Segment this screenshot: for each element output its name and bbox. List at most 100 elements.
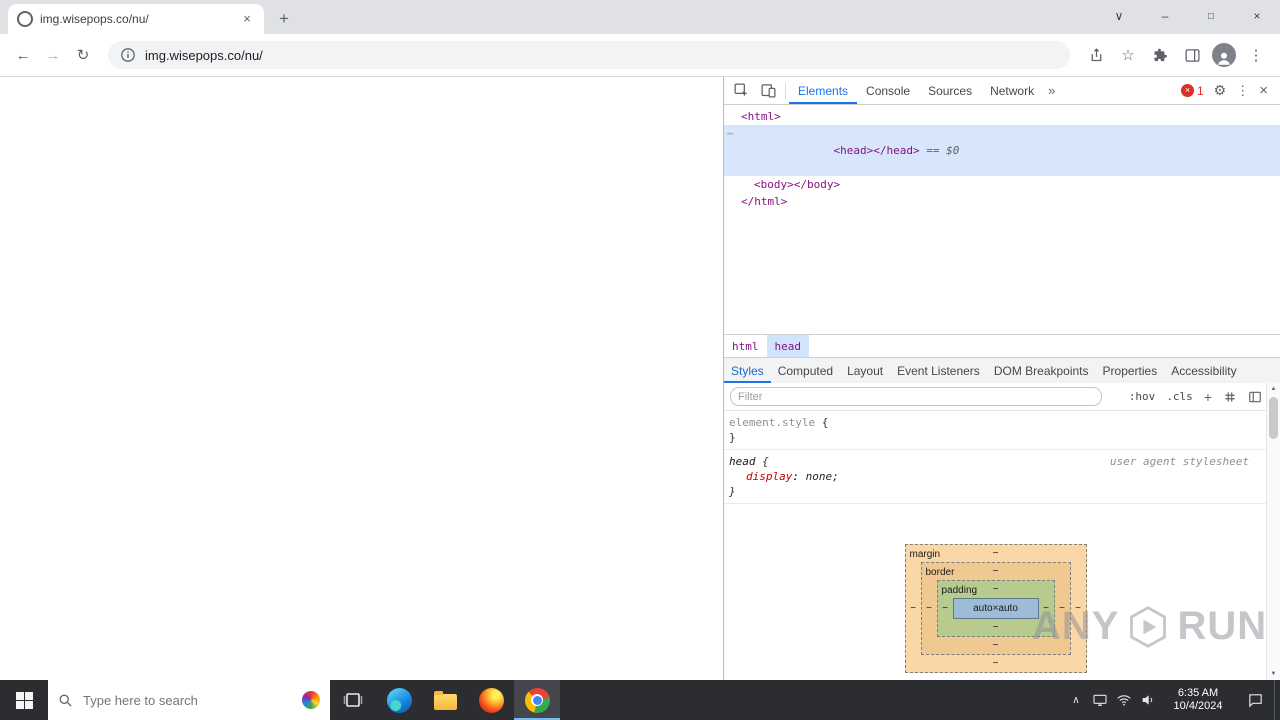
border-top-value[interactable]: − [993,564,999,579]
tab-styles[interactable]: Styles [724,358,771,383]
taskbar-edge-button[interactable] [376,680,422,720]
profile-avatar[interactable] [1212,43,1236,67]
url-text[interactable]: img.wisepops.co/nu/ [145,48,263,63]
breadcrumb-head[interactable]: head [766,335,809,357]
address-bar[interactable]: img.wisepops.co/nu/ [108,41,1070,69]
share-icon[interactable] [1082,47,1110,64]
tab-event-listeners[interactable]: Event Listeners [890,358,987,383]
error-count: 1 [1196,83,1204,98]
system-tray: ∧ [1064,680,1160,720]
device-toolbar-icon[interactable] [755,78,782,104]
tab-search-icon[interactable]: ∨ [1096,0,1142,32]
forward-icon[interactable]: → [40,47,66,64]
padding-right-value[interactable]: − [1039,601,1054,616]
taskbar-firefox-button[interactable] [468,680,514,720]
show-desktop-button[interactable] [1274,680,1280,720]
box-model-border[interactable]: border − − padding − − auto×auto − − − − [920,562,1071,655]
devtools-tab-elements[interactable]: Elements [789,77,857,104]
computed-sidebar-icon[interactable] [1248,390,1262,404]
side-panel-icon[interactable] [1178,47,1206,64]
border-label: border [925,567,955,578]
margin-top-value[interactable]: − [993,546,999,561]
dom-node-body[interactable]: <body></body> [724,176,1280,193]
css-declaration[interactable]: display: none; [729,469,1267,484]
tab-close-icon[interactable]: × [239,11,255,27]
tab-layout[interactable]: Layout [840,358,890,383]
new-style-rule-button[interactable]: + [1204,389,1212,405]
tab-accessibility[interactable]: Accessibility [1164,358,1243,383]
settings-gear-icon[interactable]: ⚙ [1214,82,1227,99]
dom-node-head[interactable]: ⋯ <head></head> == $0 [724,125,1280,176]
taskbar-chrome-button[interactable] [514,680,560,720]
styles-scrollbar[interactable]: ▲ ▼ [1266,383,1280,680]
network-tray-icon[interactable] [1112,680,1136,720]
taskbar-file-explorer-button[interactable] [422,680,468,720]
browser-menu-kebab-icon[interactable]: ⋮ [1242,46,1270,64]
extensions-puzzle-icon[interactable] [1146,47,1174,64]
box-model-content[interactable]: auto×auto [952,598,1039,619]
clock-time: 6:35 AM [1177,687,1219,699]
devtools-tab-sources[interactable]: Sources [919,77,981,104]
bookmark-star-icon[interactable]: ☆ [1114,46,1142,64]
style-rule-head[interactable]: user agent stylesheet head { display: no… [724,450,1267,504]
toggle-element-state-button[interactable]: :hov [1129,390,1156,403]
reload-icon[interactable]: ↻ [70,46,96,64]
dom-node-html-close[interactable]: </html> [724,193,1280,210]
border-right-value[interactable]: − [1055,601,1070,616]
more-tabs-icon[interactable]: » [1043,83,1060,98]
element-classes-button[interactable]: .cls [1166,390,1193,403]
inspect-element-icon[interactable] [728,78,755,104]
error-badge[interactable]: × 1 [1180,83,1204,98]
devtools-menu-kebab-icon[interactable]: ⋮ [1236,83,1249,99]
back-icon[interactable]: ← [10,47,36,64]
style-rule-element[interactable]: element.style { } [724,411,1267,450]
border-left-value[interactable]: − [922,601,937,616]
tab-computed[interactable]: Computed [771,358,840,383]
taskbar-search-input[interactable] [81,691,294,709]
action-center-button[interactable] [1236,680,1274,720]
volume-tray-icon[interactable] [1136,680,1160,720]
breadcrumb-html[interactable]: html [724,335,767,357]
margin-left-value[interactable]: − [906,601,921,616]
devtools-tab-network[interactable]: Network [981,77,1043,104]
scroll-down-icon[interactable]: ▼ [1271,670,1277,678]
padding-bottom-value[interactable]: − [993,620,999,635]
devtools-close-icon[interactable]: × [1259,82,1268,99]
styles-sidebar-tabs: Styles Computed Layout Event Listeners D… [724,357,1280,383]
scrollbar-thumb[interactable] [1269,397,1278,439]
box-model-padding[interactable]: padding − − auto×auto − − [936,580,1055,637]
new-tab-button[interactable]: + [270,5,298,33]
css-property[interactable]: display [746,470,792,483]
news-interests-icon[interactable] [302,691,320,709]
display-tray-icon[interactable] [1088,680,1112,720]
styles-filter-input[interactable] [730,387,1102,406]
page-content[interactable] [0,77,723,680]
window-close-button[interactable]: × [1234,0,1280,32]
css-value[interactable]: none; [806,470,839,483]
start-button[interactable] [0,680,48,720]
grid-overlay-icon[interactable] [1223,390,1237,404]
tab-properties[interactable]: Properties [1096,358,1165,383]
devtools-tab-console[interactable]: Console [857,77,919,104]
margin-right-value[interactable]: − [1071,601,1086,616]
taskbar-clock[interactable]: 6:35 AM 10/4/2024 [1160,680,1236,720]
tab-dom-breakpoints[interactable]: DOM Breakpoints [987,358,1096,383]
border-bottom-value[interactable]: − [993,638,999,653]
browser-tab[interactable]: img.wisepops.co/nu/ × [8,4,264,34]
taskbar-search-box[interactable] [48,680,330,720]
devtools-panel: Elements Console Sources Network » × 1 ⚙… [723,77,1280,680]
box-model-diagram[interactable]: margin − − border − − padding − − auto×a… [904,544,1087,673]
scroll-up-icon[interactable]: ▲ [1271,385,1277,393]
node-more-actions-icon[interactable]: ⋯ [727,125,734,142]
styles-pane: :hov .cls + ele [724,383,1280,680]
site-info-icon[interactable] [120,47,136,63]
dom-node-html-open[interactable]: <html> [724,108,1280,125]
box-model-margin[interactable]: margin − − border − − padding − − auto×a… [904,544,1087,673]
minimize-button[interactable]: – [1142,0,1188,32]
task-view-button[interactable] [330,680,376,720]
padding-top-value[interactable]: − [993,582,999,597]
maximize-button[interactable]: □ [1188,0,1234,32]
padding-left-value[interactable]: − [938,601,953,616]
margin-bottom-value[interactable]: − [993,656,999,671]
hidden-icons-chevron[interactable]: ∧ [1064,680,1088,720]
